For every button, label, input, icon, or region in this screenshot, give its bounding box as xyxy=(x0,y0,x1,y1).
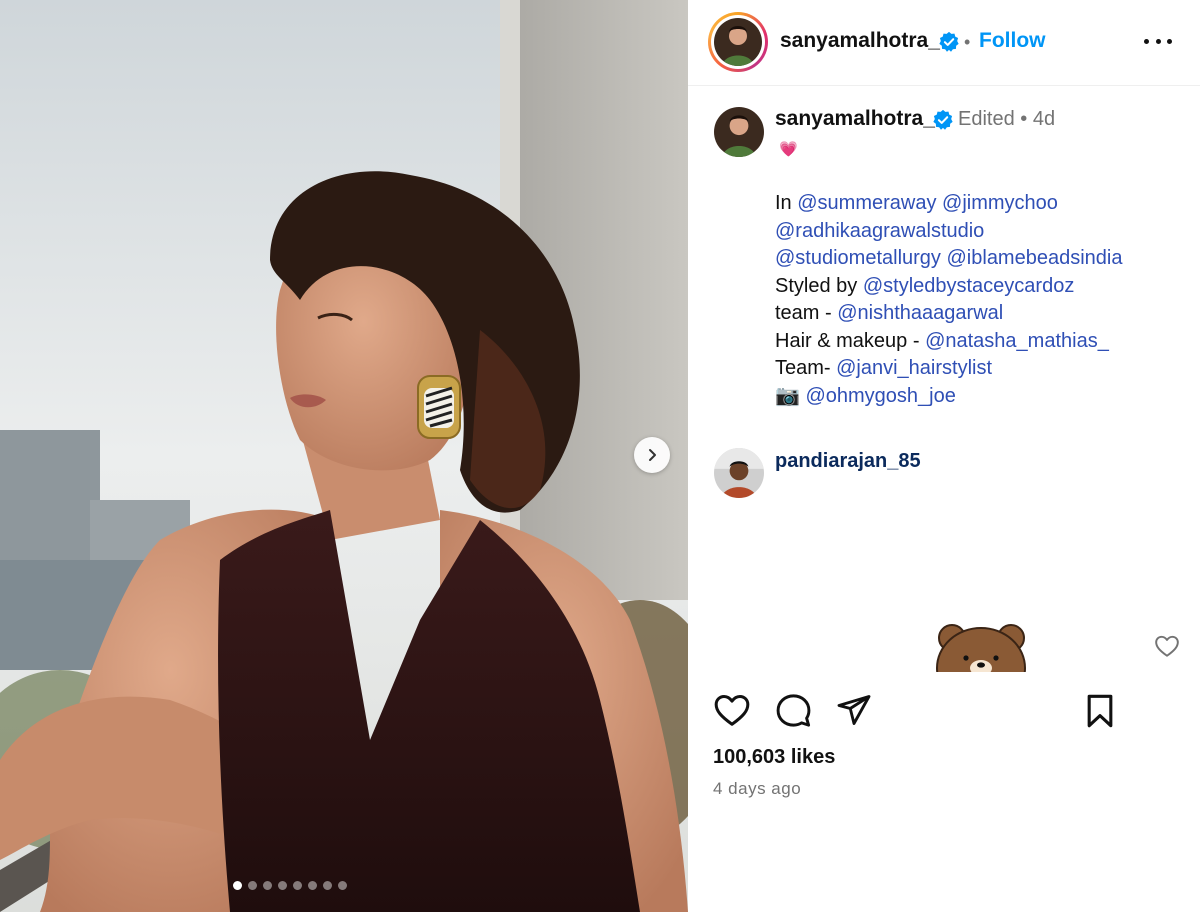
caption-line: Team- @janvi_hairstylist xyxy=(775,355,1185,383)
header-username[interactable]: sanyamalhotra_ xyxy=(780,29,940,53)
caption-text-segment: team - xyxy=(775,302,838,324)
chevron-right-icon xyxy=(649,449,656,461)
carousel-dot xyxy=(263,881,272,890)
post-photo xyxy=(0,0,688,912)
caption-line: Hair & makeup - @natasha_mathias_ xyxy=(775,328,1185,356)
like-count[interactable]: 100,603 likes xyxy=(713,746,835,769)
mention-link[interactable]: @radhikaagrawalstudio xyxy=(775,220,984,242)
mention-link[interactable]: @nishthaaagarwal xyxy=(837,302,1003,324)
caption-avatar[interactable] xyxy=(714,107,764,157)
post-details-panel: sanyamalhotra_ • Follow sanyamalhotra_ E… xyxy=(688,0,1200,912)
caption-text: In @summeraway @jimmychoo @radhikaagrawal… xyxy=(775,190,1185,410)
more-options-icon[interactable] xyxy=(1144,30,1172,52)
bookmark-icon[interactable] xyxy=(1083,692,1117,735)
header-separator: • xyxy=(964,32,971,52)
carousel-dot xyxy=(338,881,347,890)
mention-link[interactable]: @styledbystaceycardoz xyxy=(863,275,1075,297)
mention-link[interactable]: @summeraway xyxy=(797,192,936,214)
brown-bear-sticker xyxy=(934,620,1029,672)
mention-link[interactable]: @ohmygosh_joe xyxy=(805,385,955,407)
caption-edited-meta: Edited • 4d xyxy=(958,108,1056,130)
mention-link[interactable]: @natasha_mathias_ xyxy=(925,330,1109,352)
caption-line: @studiometallurgy @iblamebeadsindia xyxy=(775,245,1185,273)
caption-line: @radhikaagrawalstudio xyxy=(775,218,1185,246)
caption-line: In @summeraway @jimmychoo xyxy=(775,190,1185,218)
verified-badge-icon xyxy=(938,31,960,58)
post-timestamp: 4 days ago xyxy=(713,779,802,798)
carousel-dot xyxy=(308,881,317,890)
mention-link[interactable]: @janvi_hairstylist xyxy=(836,357,992,379)
post-action-bar xyxy=(688,692,1200,736)
mention-link[interactable]: @iblamebeadsindia xyxy=(947,247,1123,269)
caption-text-segment: 📷 xyxy=(775,384,806,407)
post-media[interactable] xyxy=(0,0,688,912)
carousel-dot xyxy=(293,881,302,890)
comment-like-icon[interactable] xyxy=(1154,634,1180,663)
caption-line: 📷 @ohmygosh_joe xyxy=(775,383,1185,411)
next-slide-button[interactable] xyxy=(634,437,670,473)
carousel-dot xyxy=(323,881,332,890)
caption-text-segment: In xyxy=(775,192,798,214)
caption-text-segment: Team- xyxy=(775,357,837,379)
comment-avatar[interactable] xyxy=(714,448,764,498)
caption-text-segment: Hair & makeup - xyxy=(775,329,926,352)
carousel-dot xyxy=(233,881,242,890)
comment-username[interactable]: pandiarajan_85 xyxy=(775,450,921,473)
caption-username[interactable]: sanyamalhotra_ xyxy=(775,107,935,131)
caption-line: Styled by @styledbystaceycardoz xyxy=(775,273,1185,301)
share-icon[interactable] xyxy=(836,692,872,733)
carousel-dot xyxy=(248,881,257,890)
carousel-indicator xyxy=(0,881,580,890)
mention-link[interactable]: @jimmychoo xyxy=(942,192,1058,214)
carousel-dot xyxy=(278,881,287,890)
caption-text-segment: Styled by xyxy=(775,274,863,297)
heart-icon[interactable] xyxy=(713,692,751,733)
mention-link[interactable]: @studiometallurgy xyxy=(775,247,941,269)
caption-line: team - @nishthaaagarwal xyxy=(775,300,1185,328)
story-ring[interactable] xyxy=(708,12,768,72)
heart-emoji: 💗 xyxy=(779,141,798,158)
post-header: sanyamalhotra_ • Follow xyxy=(688,0,1200,86)
avatar xyxy=(714,18,762,66)
verified-badge-icon xyxy=(932,109,954,136)
comment-icon[interactable] xyxy=(775,692,812,734)
follow-button[interactable]: Follow xyxy=(979,29,1046,53)
